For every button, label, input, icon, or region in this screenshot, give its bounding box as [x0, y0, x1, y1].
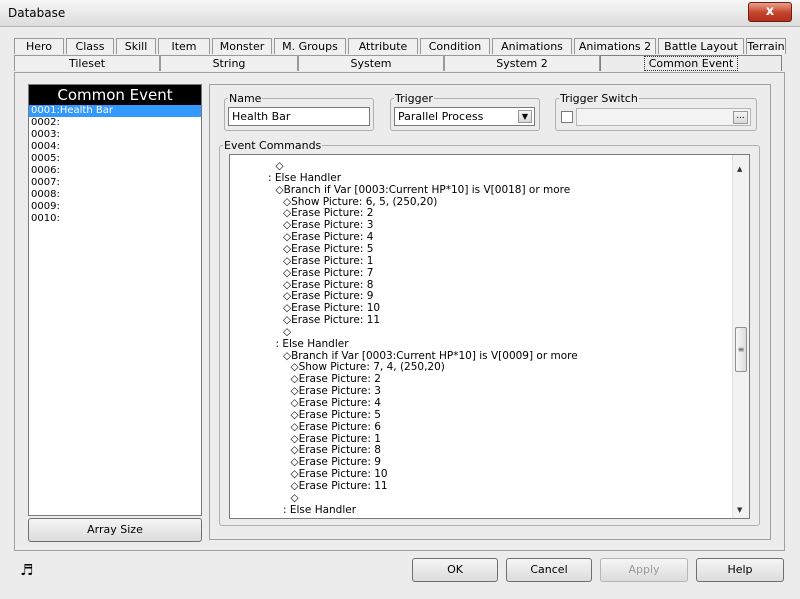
title-bar: Database x: [0, 0, 800, 27]
command-line[interactable]: ◇Erase Picture: 2: [291, 373, 381, 385]
tab-condition[interactable]: Condition: [420, 38, 490, 54]
command-line[interactable]: ◇Erase Picture: 2: [283, 207, 373, 219]
tab-animations-2[interactable]: Animations 2: [574, 38, 656, 54]
list-item[interactable]: 0010:: [29, 213, 201, 225]
command-line[interactable]: ◇Show Picture: 7, 4, (250,20): [291, 361, 445, 373]
tab-string[interactable]: String: [160, 55, 298, 71]
apply-button: Apply: [600, 558, 688, 582]
close-icon: x: [765, 4, 775, 19]
scroll-down-icon[interactable]: ▼: [737, 506, 742, 514]
command-line[interactable]: ◇Erase Picture: 1: [283, 255, 373, 267]
tab-battle-layout[interactable]: Battle Layout: [658, 38, 744, 54]
trigger-label: Trigger: [395, 92, 433, 105]
command-line[interactable]: ◇Erase Picture: 1: [291, 433, 381, 445]
list-item[interactable]: 0007:: [29, 177, 201, 189]
command-line[interactable]: ◇Erase Picture: 4: [291, 397, 381, 409]
list-item[interactable]: 0006:: [29, 165, 201, 177]
tab-row-2: Tileset String System System 2 Common Event: [14, 55, 786, 72]
command-line[interactable]: : Else Handler: [268, 172, 341, 184]
name-input[interactable]: Health Bar: [228, 107, 370, 126]
tab-monster[interactable]: Monster: [212, 38, 272, 54]
command-line[interactable]: ◇Erase Picture: 7: [283, 267, 373, 279]
tab-attribute[interactable]: Attribute: [348, 38, 418, 54]
tab-tileset[interactable]: Tileset: [14, 55, 160, 71]
command-line[interactable]: ◇Erase Picture: 11: [291, 480, 388, 492]
list-item[interactable]: 0004:: [29, 141, 201, 153]
tab-label: System 2: [496, 57, 548, 70]
command-line[interactable]: ◇Erase Picture: 5: [283, 243, 373, 255]
tab-hero[interactable]: Hero: [14, 38, 64, 54]
tab-label: System: [350, 57, 392, 70]
command-line[interactable]: : Else Handler: [276, 338, 349, 350]
command-line[interactable]: ◇Erase Picture: 8: [291, 444, 381, 456]
tab-class[interactable]: Class: [66, 38, 114, 54]
command-line[interactable]: ◇Erase Picture: 3: [283, 219, 373, 231]
trigger-value: Parallel Process: [398, 110, 484, 123]
command-line[interactable]: ◇Erase Picture: 8: [283, 279, 373, 291]
tab-label: Common Event: [643, 56, 739, 71]
scroll-up-icon[interactable]: ▲: [737, 165, 742, 173]
chevron-down-icon: ▼: [518, 110, 532, 123]
cancel-button[interactable]: Cancel: [506, 558, 592, 582]
command-line[interactable]: ◇Erase Picture: 11: [283, 314, 380, 326]
scroll-thumb[interactable]: ≡: [735, 327, 747, 372]
command-line[interactable]: ◇Erase Picture: 3: [291, 385, 381, 397]
command-line[interactable]: ◇Erase Picture: 4: [283, 231, 373, 243]
command-line[interactable]: ◇Erase Picture: 9: [283, 290, 373, 302]
tab-system[interactable]: System: [298, 55, 444, 71]
command-line[interactable]: ◇Erase Picture: 10: [283, 302, 380, 314]
command-line[interactable]: ◇Branch if Var [0003:Current HP*10] is V…: [276, 184, 571, 196]
event-commands-label: Event Commands: [224, 139, 322, 152]
tab-common-event[interactable]: Common Event: [600, 55, 782, 71]
command-line[interactable]: ◇: [291, 492, 299, 504]
tab-animations[interactable]: Animations: [492, 38, 572, 54]
window-title: Database: [8, 6, 66, 20]
list-item[interactable]: 0003:: [29, 129, 201, 141]
command-line[interactable]: ◇Erase Picture: 10: [291, 468, 388, 480]
tab-skill[interactable]: Skill: [116, 38, 156, 54]
vertical-scrollbar[interactable]: ▲ ≡ ▼: [732, 155, 749, 518]
trigger-switch-label: Trigger Switch: [560, 92, 638, 105]
close-button[interactable]: x: [748, 2, 792, 22]
array-size-button[interactable]: Array Size: [28, 518, 202, 542]
trigger-switch-field: ...: [576, 108, 751, 126]
list-item[interactable]: 0008:: [29, 189, 201, 201]
list-items: 0001:Health Bar 0002: 0003: 0004: 0005: 0006:…: [29, 105, 201, 225]
common-event-list[interactable]: Common Event 0001:Health Bar 0002: 0003: 00…: [28, 84, 202, 516]
command-line[interactable]: ◇: [283, 326, 291, 338]
tab-system-2[interactable]: System 2: [444, 55, 600, 71]
command-line[interactable]: ◇Branch if Var [0003:Current HP*10] is V…: [283, 350, 578, 362]
tab-terrain[interactable]: Terrain: [746, 38, 786, 54]
browse-button[interactable]: ...: [733, 111, 748, 124]
command-line[interactable]: : Else Handler: [283, 504, 356, 516]
tab-label: String: [212, 57, 246, 70]
ok-button[interactable]: OK: [412, 558, 498, 582]
list-header: Common Event: [29, 85, 201, 105]
tab-m-groups[interactable]: M. Groups: [274, 38, 346, 54]
help-button[interactable]: Help: [696, 558, 784, 582]
command-line[interactable]: ◇Show Picture: 6, 5, (250,20): [283, 196, 437, 208]
tab-item[interactable]: Item: [158, 38, 210, 54]
command-line[interactable]: ◇Erase Picture: 9: [291, 456, 381, 468]
trigger-switch-checkbox[interactable]: [561, 111, 573, 123]
tab-label: Tileset: [68, 57, 106, 70]
tab-row-1: Hero Class Skill Item Monster M. Groups Attrib…: [14, 38, 786, 55]
command-line[interactable]: ◇Erase Picture: 5: [291, 409, 381, 421]
command-line[interactable]: ◇: [276, 160, 284, 172]
command-line[interactable]: ◇Erase Picture: 6: [291, 421, 381, 433]
list-item[interactable]: 0002:: [29, 117, 201, 129]
event-commands-list[interactable]: ◇: Else Handler ◇Branch if Var [0003:Curr…: [229, 154, 750, 519]
list-item[interactable]: 0005:: [29, 153, 201, 165]
trigger-select[interactable]: Parallel Process ▼: [394, 107, 535, 126]
list-item[interactable]: 0001:Health Bar: [29, 105, 201, 117]
list-item[interactable]: 0009:: [29, 201, 201, 213]
music-note-icon[interactable]: ♬: [20, 561, 33, 579]
name-label: Name: [229, 92, 262, 105]
